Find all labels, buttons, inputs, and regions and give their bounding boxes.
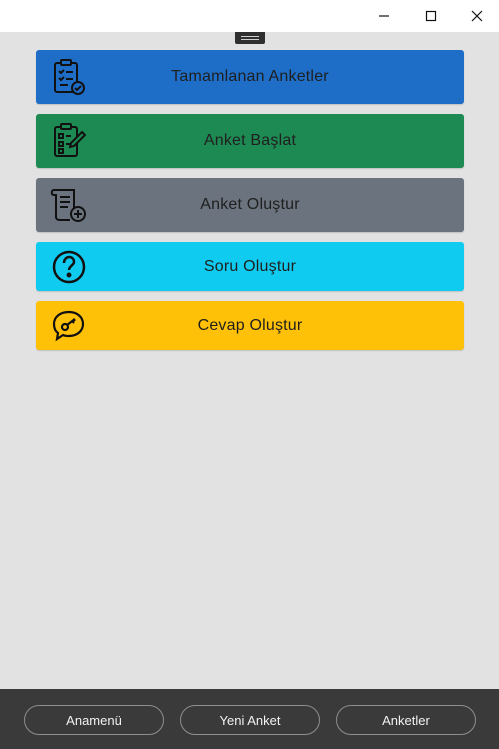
bottom-navigation: Anamenü Yeni Anket Anketler [0,689,499,749]
surveys-button[interactable]: Anketler [336,705,476,735]
speech-key-icon [50,307,88,345]
question-circle-icon [50,248,88,286]
minimize-button[interactable] [361,0,407,32]
menu-item-label: Cevap Oluştur [197,316,303,334]
menu-item-label: Anket Oluştur [200,196,300,213]
main-menu-button[interactable]: Anamenü [24,705,164,735]
start-survey-button[interactable]: Anket Başlat [36,114,464,168]
clipboard-edit-icon [50,122,88,160]
maximize-button[interactable] [408,0,454,32]
menu-item-label: Tamamlanan Anketler [171,68,329,85]
minimize-icon [379,15,389,17]
title-bar [0,0,499,32]
drag-handle[interactable] [235,32,265,44]
document-plus-icon [50,186,88,224]
close-button[interactable] [454,0,499,32]
create-answer-button[interactable]: Cevap Oluştur [36,301,464,350]
menu-item-label: Soru Oluştur [203,257,297,275]
completed-surveys-button[interactable]: Tamamlanan Anketler [36,50,464,104]
close-icon [471,10,483,22]
clipboard-check-icon [50,58,88,96]
create-survey-button[interactable]: Anket Oluştur [36,178,464,232]
menu-item-label: Anket Başlat [203,132,297,149]
maximize-icon [425,10,437,22]
new-survey-button[interactable]: Yeni Anket [180,705,320,735]
create-question-button[interactable]: Soru Oluştur [36,242,464,291]
